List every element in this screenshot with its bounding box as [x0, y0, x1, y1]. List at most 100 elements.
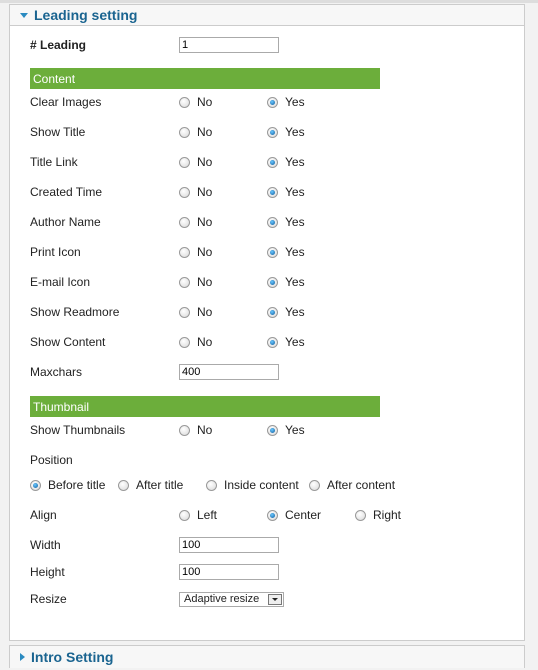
radio-yes[interactable] — [267, 276, 278, 288]
position-option[interactable]: Before title — [30, 478, 105, 492]
height-label: Height — [30, 565, 65, 579]
radio-no[interactable] — [179, 306, 190, 318]
radio-label-yes: Yes — [285, 95, 305, 109]
align-row: Align Left Center Right — [30, 505, 510, 525]
radio-yes[interactable] — [267, 424, 278, 436]
radio-no[interactable] — [179, 126, 190, 138]
radio-no[interactable] — [179, 216, 190, 228]
option-no[interactable]: No — [179, 125, 212, 139]
option-yes[interactable]: Yes — [267, 245, 305, 259]
radio-label-yes: Yes — [285, 245, 305, 259]
radio-button[interactable] — [267, 509, 278, 521]
radio-label: After title — [136, 478, 184, 492]
option-no[interactable]: No — [179, 275, 212, 289]
position-option[interactable]: After content — [309, 478, 395, 492]
intro-setting-header[interactable]: Intro Setting — [10, 646, 524, 668]
radio-label-yes: Yes — [285, 423, 305, 437]
align-option[interactable]: Center — [267, 508, 321, 522]
option-no[interactable]: No — [179, 155, 212, 169]
row-label: E-mail Icon — [30, 275, 91, 289]
radio-label-no: No — [197, 215, 213, 229]
content-row: Show Title No Yes — [30, 122, 510, 142]
radio-no[interactable] — [179, 276, 190, 288]
radio-label: Right — [373, 508, 402, 522]
align-option[interactable]: Left — [179, 508, 217, 522]
row-label: Author Name — [30, 215, 101, 229]
option-yes[interactable]: Yes — [267, 275, 305, 289]
option-yes[interactable]: Yes — [267, 335, 305, 349]
height-row: Height — [30, 562, 510, 582]
radio-yes[interactable] — [267, 156, 278, 168]
option-yes[interactable]: Yes — [267, 215, 305, 229]
resize-label: Resize — [30, 592, 67, 606]
radio-label-no: No — [197, 185, 213, 199]
radio-button[interactable] — [179, 509, 190, 521]
row-label: Show Readmore — [30, 305, 120, 319]
option-no[interactable]: No — [179, 245, 212, 259]
radio-no[interactable] — [179, 186, 190, 198]
position-option[interactable]: Inside content — [206, 478, 299, 492]
radio-label-yes: Yes — [285, 335, 305, 349]
radio-label-no: No — [197, 275, 213, 289]
option-yes[interactable]: Yes — [267, 125, 305, 139]
leading-setting-panel: Leading setting # Leading Content Clear … — [9, 4, 525, 641]
radio-yes[interactable] — [267, 246, 278, 258]
maxchars-row: Maxchars — [30, 362, 510, 382]
option-no[interactable]: No — [179, 95, 212, 109]
radio-no[interactable] — [179, 246, 190, 258]
panel-title: Intro Setting — [31, 649, 114, 665]
option-no[interactable]: No — [179, 185, 212, 199]
radio-label-no: No — [197, 335, 213, 349]
thumbnail-section-bar: Thumbnail — [30, 396, 380, 417]
option-no[interactable]: No — [179, 335, 212, 349]
resize-selected-value: Adaptive resize — [184, 593, 260, 605]
radio-yes[interactable] — [267, 216, 278, 228]
option-yes[interactable]: Yes — [267, 95, 305, 109]
radio-label: Inside content — [224, 478, 299, 492]
radio-button[interactable] — [309, 479, 320, 491]
row-label: Show Title — [30, 125, 86, 139]
radio-label-no: No — [197, 423, 213, 437]
leading-setting-header[interactable]: Leading setting — [10, 5, 524, 26]
maxchars-input[interactable] — [179, 364, 279, 380]
position-options-row: Before title After title Inside content Aft… — [30, 475, 510, 495]
leading-label: # Leading — [30, 38, 87, 52]
radio-no[interactable] — [179, 424, 190, 436]
content-row: E-mail Icon No Yes — [30, 272, 510, 292]
option-no[interactable]: No — [179, 215, 212, 229]
radio-no[interactable] — [179, 96, 190, 108]
option-yes[interactable]: Yes — [267, 185, 305, 199]
resize-select[interactable]: Adaptive resize — [179, 591, 284, 607]
radio-yes[interactable] — [267, 186, 278, 198]
show-thumbnails-yes[interactable]: Yes — [267, 423, 305, 437]
radio-button[interactable] — [206, 479, 217, 491]
collapse-arrow-icon — [20, 12, 28, 18]
option-yes[interactable]: Yes — [267, 305, 305, 319]
radio-no[interactable] — [179, 156, 190, 168]
align-option[interactable]: Right — [355, 508, 401, 522]
width-input[interactable] — [179, 537, 279, 553]
leading-input[interactable] — [179, 37, 279, 53]
show-thumbnails-no[interactable]: No — [179, 423, 212, 437]
radio-yes[interactable] — [267, 126, 278, 138]
dropdown-arrow-icon[interactable] — [268, 593, 282, 605]
radio-button[interactable] — [118, 479, 129, 491]
radio-yes[interactable] — [267, 306, 278, 318]
radio-no[interactable] — [179, 336, 190, 348]
content-row: Clear Images No Yes — [30, 92, 510, 112]
option-no[interactable]: No — [179, 305, 212, 319]
radio-label-no: No — [197, 155, 213, 169]
content-row: Created Time No Yes — [30, 182, 510, 202]
radio-label-yes: Yes — [285, 275, 305, 289]
radio-button[interactable] — [355, 509, 366, 521]
intro-setting-panel[interactable]: Intro Setting — [9, 645, 525, 668]
radio-button[interactable] — [30, 479, 41, 491]
option-yes[interactable]: Yes — [267, 155, 305, 169]
content-row: Author Name No Yes — [30, 212, 510, 232]
position-option[interactable]: After title — [118, 478, 183, 492]
row-label: Show Content — [30, 335, 106, 349]
radio-yes[interactable] — [267, 336, 278, 348]
radio-yes[interactable] — [267, 96, 278, 108]
content-row: Title Link No Yes — [30, 152, 510, 172]
height-input[interactable] — [179, 564, 279, 580]
